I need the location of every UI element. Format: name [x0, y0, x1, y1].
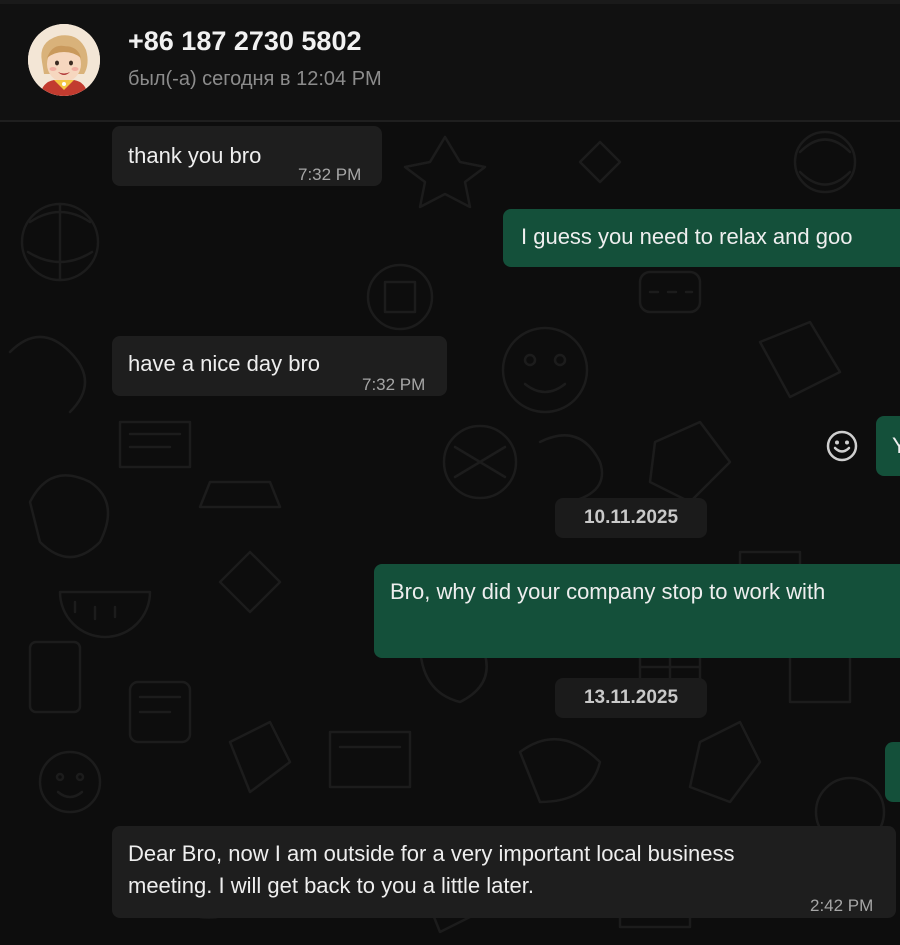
message-outgoing[interactable]: I guess you need to relax and goo: [503, 209, 900, 267]
message-text: Bro, why did your company stop to work w…: [390, 579, 826, 604]
message-incoming[interactable]: Dear Bro, now I am outside for a very im…: [112, 826, 896, 918]
message-time: 7:32 PM: [362, 375, 426, 394]
message-text-line-1: Dear Bro, now I am outside for a very im…: [128, 841, 735, 866]
message-incoming[interactable]: thank you bro 7:32 PM: [112, 126, 382, 186]
message-list[interactable]: thank you bro 7:32 PM I guess you need t…: [0, 122, 900, 945]
contact-avatar[interactable]: [28, 24, 100, 96]
message-time: 2:42 PM: [810, 896, 874, 915]
date-separator: 13.11.2025: [555, 678, 707, 718]
last-seen-status: был(-а) сегодня в 12:04 PM: [128, 68, 382, 90]
message-outgoing[interactable]: Bro, why did your company stop to work w…: [374, 564, 900, 658]
message-time: 7:32 PM: [298, 165, 362, 184]
message-text: thank you bro: [128, 143, 262, 168]
message-text: I guess you need to relax and goo: [521, 224, 853, 249]
message-incoming[interactable]: have a nice day bro 7:32 PM: [112, 336, 447, 396]
date-separator: 10.11.2025: [555, 498, 707, 538]
contact-name[interactable]: +86 187 2730 5802: [128, 26, 361, 57]
message-outgoing[interactable]: Y: [876, 416, 900, 476]
message-text: Y: [892, 433, 900, 458]
message-text: have a nice day bro: [128, 351, 321, 376]
message-outgoing[interactable]: [885, 742, 900, 802]
chat-header[interactable]: +86 187 2730 5802 был(-а) сегодня в 12:0…: [0, 4, 900, 120]
message-text-line-2: meeting. I will get back to you a little…: [128, 873, 534, 898]
smiley-face-icon[interactable]: [824, 428, 860, 464]
